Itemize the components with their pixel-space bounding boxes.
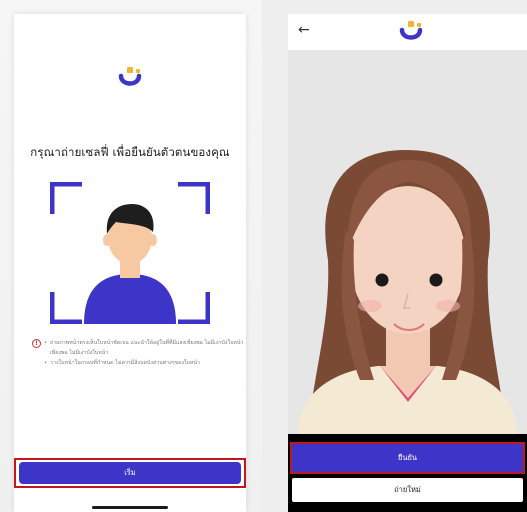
selfie-portrait-image [288, 50, 527, 434]
retake-button[interactable]: ถ่ายใหม่ [292, 478, 523, 502]
bullet-icon: • [44, 340, 48, 346]
confirm-button[interactable]: ยืนยัน [292, 444, 523, 472]
selfie-confirm-screen: ← ยืนยัน ถ่ายใหม่ [288, 14, 527, 512]
app-logo-icon [118, 67, 142, 86]
warning-icon: ! [32, 339, 41, 348]
page-title: กรุณาถ่ายเซลฟี่ เพื่อยืนยันตัวตนของคุณ [30, 145, 230, 159]
app-logo-icon [399, 21, 423, 40]
top-bar: ← [288, 14, 527, 50]
home-indicator [92, 506, 168, 509]
note-item: ! • ถ่ายภาพหน้าตรงเห็นใบหน้าชัดเจน แนะนำ… [32, 338, 244, 348]
camera-preview [288, 50, 527, 434]
face-frame-illustration [50, 182, 210, 324]
selfie-instructions-screen: กรุณาถ่ายเซลฟี่ เพื่อยืนยันตัวตนของคุณ !… [14, 14, 246, 512]
note-item: เพียงพอ ไม่มีเงาบังใบหน้า [50, 350, 109, 356]
back-arrow-icon[interactable]: ← [298, 20, 310, 40]
bullet-icon: • [44, 360, 48, 366]
note-item: • วางใบหน้าในกรอบที่กำหนด ไม่ควรมีสิ่งบด… [44, 360, 200, 366]
action-panel: ยืนยัน ถ่ายใหม่ [288, 434, 527, 512]
instruction-notes: ! • ถ่ายภาพหน้าตรงเห็นใบหน้าชัดเจน แนะนำ… [32, 338, 244, 368]
start-button[interactable]: เริ่ม [19, 462, 241, 484]
